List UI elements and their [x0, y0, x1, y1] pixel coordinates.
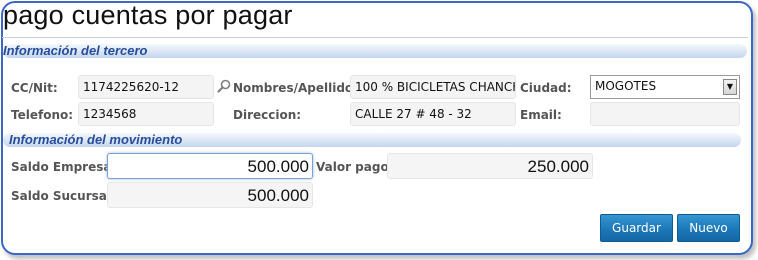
- direccion-field[interactable]: CALLE 27 # 48 - 32: [350, 102, 516, 126]
- saldo-empresa-field[interactable]: 500.000: [107, 153, 313, 179]
- magnifier-icon[interactable]: [217, 79, 231, 98]
- section-title-movimiento: Información del movimiento: [9, 132, 183, 147]
- email-label: Email:: [520, 108, 562, 122]
- telefono-field[interactable]: 1234568: [78, 102, 214, 126]
- direccion-label: Direccion:: [233, 108, 302, 122]
- saldo-sucursal-label: Saldo Sucursal:: [11, 189, 116, 203]
- ciudad-select[interactable]: MOGOTES ▼: [590, 75, 740, 99]
- telefono-label: Telefono:: [11, 108, 74, 122]
- valor-pago-label: Valor pago:: [316, 160, 394, 174]
- saldo-sucursal-field[interactable]: 500.000: [107, 182, 313, 208]
- saldo-empresa-label: Saldo Empresa:: [11, 160, 117, 174]
- nuevo-button[interactable]: Nuevo: [677, 214, 740, 242]
- nombres-field[interactable]: 100 % BICICLETAS CHANCHON: [350, 75, 516, 99]
- ciudad-label: Ciudad:: [520, 81, 572, 95]
- section-title-tercero: Información del tercero: [3, 43, 148, 58]
- dropdown-arrow-icon[interactable]: ▼: [723, 79, 737, 95]
- nombres-label: Nombres/Apellidos:: [233, 81, 366, 95]
- ccnit-label: CC/Nit:: [11, 81, 58, 95]
- valor-pago-field[interactable]: 250.000: [387, 153, 593, 179]
- title-divider: [2, 37, 748, 38]
- page-title: pago cuentas por pagar: [3, 0, 293, 30]
- email-field[interactable]: [590, 102, 740, 126]
- ciudad-selected-value: MOGOTES: [595, 79, 657, 93]
- guardar-button[interactable]: Guardar: [600, 214, 673, 242]
- ccnit-field[interactable]: 1174225620-12: [78, 75, 214, 99]
